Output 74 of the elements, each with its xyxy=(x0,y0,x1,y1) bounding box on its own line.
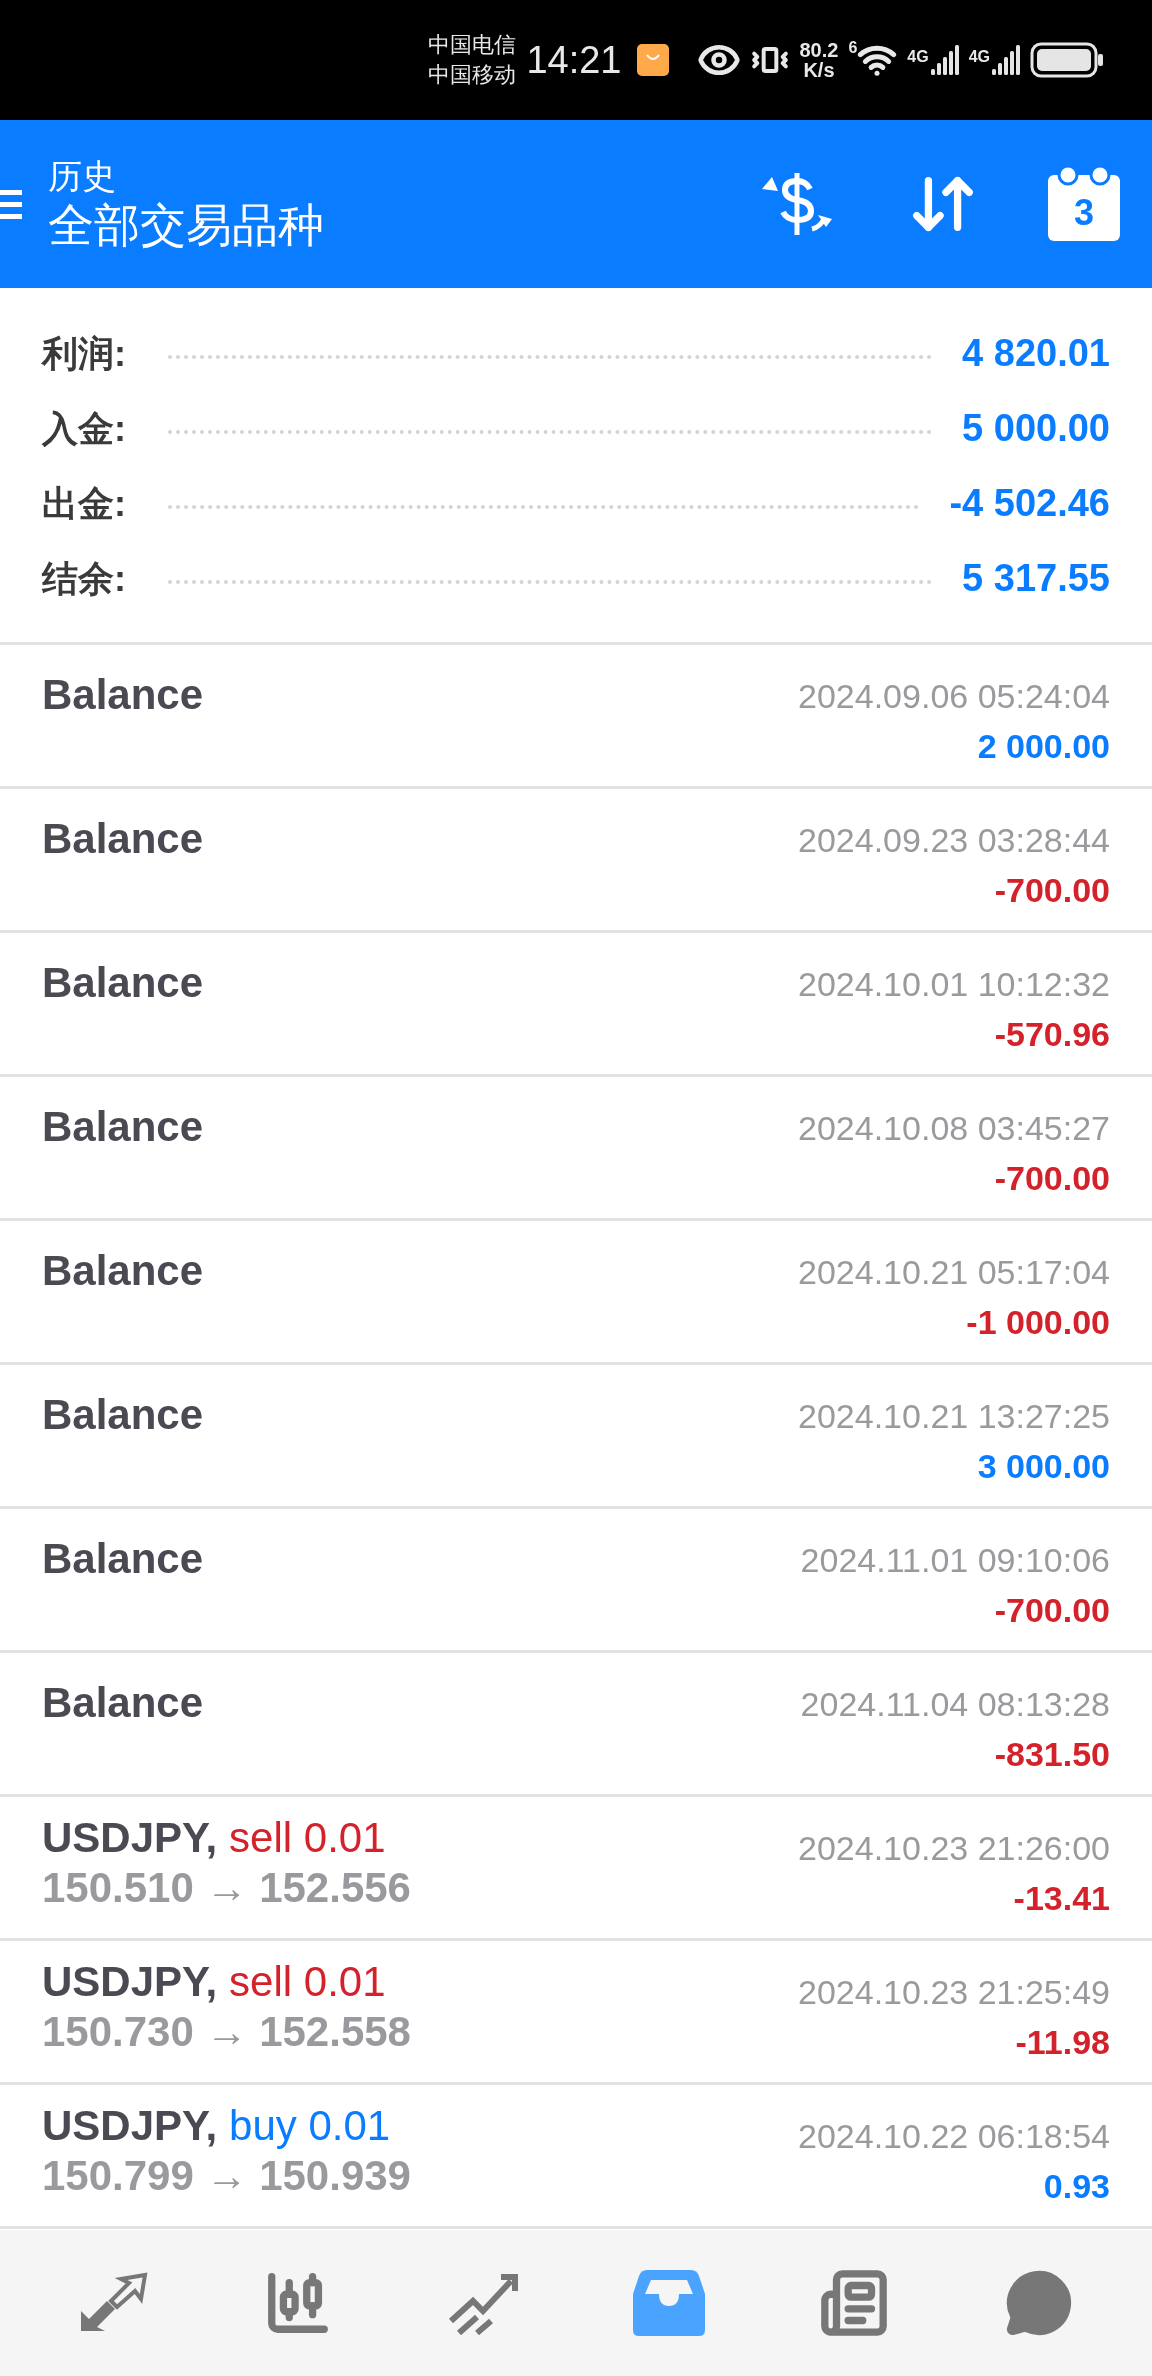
signal-icon xyxy=(992,45,1020,75)
trade-action: buy 0.01 xyxy=(229,2101,391,2151)
deal-amount: -700.00 xyxy=(994,1590,1110,1631)
deal-amount: 3 000.00 xyxy=(977,1446,1110,1487)
deal-row[interactable]: Balance 2024.10.01 10:12:32 -570.96 xyxy=(0,933,1152,1077)
summary-value: 5 000.00 xyxy=(962,406,1110,451)
deal-title: Balance xyxy=(42,959,204,1006)
network-type: 4G xyxy=(968,49,990,65)
summary-value: -4 502.46 xyxy=(949,481,1110,526)
deal-title: Balance xyxy=(42,1535,204,1582)
deal-time: 2024.10.23 21:25:49 xyxy=(798,1972,1110,2013)
summary-label: 结余: xyxy=(42,556,127,601)
summary-value: 5 317.55 xyxy=(962,556,1110,601)
deal-time: 2024.10.01 10:12:32 xyxy=(798,964,1110,1005)
page-title: 历史 xyxy=(48,156,117,197)
network-type: 4G xyxy=(907,49,929,65)
deal-row[interactable]: Balance 2024.10.21 13:27:25 3 000.00 xyxy=(0,1365,1152,1509)
network-speed: 80.2 xyxy=(799,40,839,60)
shopping-bag-icon xyxy=(637,44,670,76)
battery-icon xyxy=(1030,42,1104,78)
deal-row[interactable]: Balance 2024.10.21 05:17:04 -1 000.00 xyxy=(0,1221,1152,1365)
trade-prices: 150.510 → 152.556 xyxy=(42,1863,411,1913)
deal-time: 2024.09.23 03:28:44 xyxy=(798,820,1110,861)
deal-time: 2024.10.21 05:17:04 xyxy=(798,1252,1110,1293)
deal-time: 2024.10.08 03:45:27 xyxy=(798,1108,1110,1149)
deal-time: 2024.10.23 21:26:00 xyxy=(798,1828,1110,1869)
wifi-generation-label: 6 xyxy=(848,40,858,56)
symbol-filter[interactable]: 全部交易品种 xyxy=(48,197,758,253)
deal-title: Balance xyxy=(42,815,204,862)
deal-amount: -11.98 xyxy=(1015,2022,1110,2063)
summary-label: 利润: xyxy=(42,331,127,376)
deal-title: Balance xyxy=(42,1679,204,1726)
deal-time: 2024.11.04 08:13:28 xyxy=(800,1684,1110,1725)
deal-amount: -1 000.00 xyxy=(966,1302,1110,1343)
deal-row[interactable]: USDJPY, sell 0.01 150.730 → 152.558 2024.10.23 21:25:49 -11.98 xyxy=(0,1941,1152,2085)
trade-prices: 150.799 → 150.939 xyxy=(42,2151,411,2201)
deal-amount: -700.00 xyxy=(994,1158,1110,1199)
deal-row[interactable]: Balance 2024.11.01 09:10:06 -700.00 xyxy=(0,1509,1152,1653)
deal-title: Balance xyxy=(42,1247,204,1294)
trade-symbol: USDJPY, xyxy=(42,2101,218,2151)
deal-amount: 2 000.00 xyxy=(977,726,1110,767)
carrier-name: 中国移动 xyxy=(428,61,517,89)
deal-amount: -700.00 xyxy=(994,870,1110,911)
summary-label: 入金: xyxy=(42,406,127,451)
status-time: 14:21 xyxy=(526,37,622,83)
deal-amount: -13.41 xyxy=(1013,1878,1110,1919)
network-speed-unit: K/s xyxy=(803,60,835,80)
deal-time: 2024.09.06 05:24:04 xyxy=(798,676,1110,717)
inbox-icon[interactable] xyxy=(632,2270,705,2336)
deal-title: Balance xyxy=(42,1391,204,1438)
signal-icon xyxy=(930,45,959,75)
deal-row[interactable]: Balance 2024.09.06 05:24:04 2 000.00 xyxy=(0,645,1152,789)
newspaper-icon[interactable] xyxy=(818,2268,889,2338)
trade-prices: 150.730 → 152.558 xyxy=(42,2007,411,2057)
deal-amount: -570.96 xyxy=(994,1014,1110,1055)
deal-time: 2024.10.22 06:18:54 xyxy=(798,2116,1110,2157)
deal-row[interactable]: Balance 2024.09.23 03:28:44 -700.00 xyxy=(0,789,1152,933)
deal-title: Balance xyxy=(42,1103,204,1150)
summary-label: 出金: xyxy=(42,481,127,526)
trend-chart-icon[interactable] xyxy=(447,2271,520,2335)
trade-symbol: USDJPY, xyxy=(42,1813,218,1863)
deal-time: 2024.10.21 13:27:25 xyxy=(798,1396,1110,1437)
trade-symbol: USDJPY, xyxy=(42,1957,218,2007)
trade-action: sell 0.01 xyxy=(229,1957,386,2007)
summary-value: 4 820.01 xyxy=(962,331,1110,376)
deal-row[interactable]: USDJPY, sell 0.01 150.510 → 152.556 2024.10.23 21:26:00 -13.41 xyxy=(0,1797,1152,1941)
deal-row[interactable]: Balance 2024.10.08 03:45:27 -700.00 xyxy=(0,1077,1152,1221)
deal-time: 2024.11.01 09:10:06 xyxy=(800,1540,1110,1581)
trade-action: sell 0.01 xyxy=(229,1813,386,1863)
deal-amount: 0.93 xyxy=(1043,2166,1110,2207)
deal-row[interactable]: Balance 2024.11.04 08:13:28 -831.50 xyxy=(0,1653,1152,1797)
carrier-name: 中国电信 xyxy=(428,31,517,59)
deal-amount: -831.50 xyxy=(994,1734,1110,1775)
deal-title: Balance xyxy=(42,671,204,718)
